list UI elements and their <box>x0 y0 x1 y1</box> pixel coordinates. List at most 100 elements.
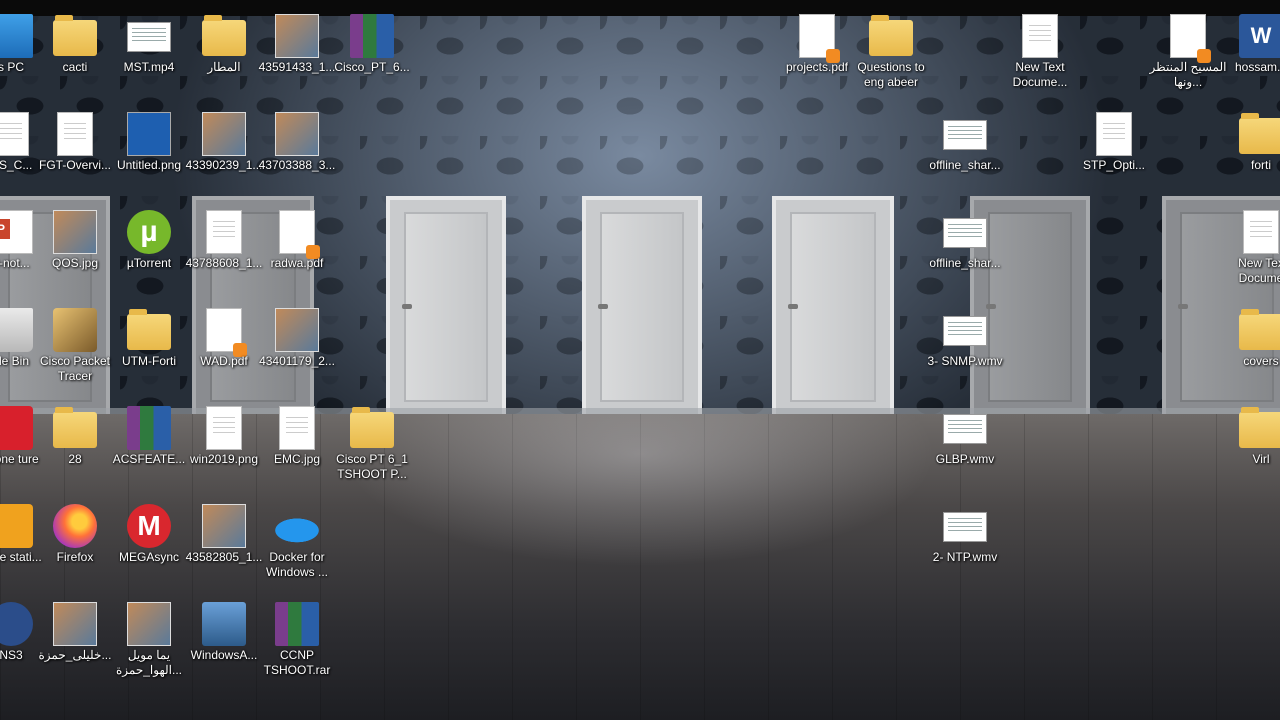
desktop-icon-label: win2019.png <box>189 452 259 466</box>
desktop-icon[interactable]: 43703388_3... <box>258 106 336 198</box>
desktop-icon[interactable]: offline_shar... <box>926 106 1004 198</box>
desktop-icon-label: المطار <box>207 60 241 74</box>
desktop-icon-label: GLBP.wmv <box>935 452 995 466</box>
desktop-icon-label: Untitled.png <box>116 158 182 172</box>
desktop-icon[interactable]: 43591433_1... <box>258 8 336 100</box>
desktop-icon[interactable]: Questions to eng abeer <box>852 8 930 100</box>
desktop-icon-label: 43390239_1... <box>185 158 263 172</box>
desktop-icon-label: offline_shar... <box>929 158 1001 172</box>
desktop-icon[interactable]: FGT-Overvi... <box>36 106 114 198</box>
firefox-icon <box>53 504 97 548</box>
desktop-icon-label: Virl <box>1252 452 1270 466</box>
computer-icon <box>0 14 33 58</box>
desktop-icon[interactable]: Untitled.png <box>110 106 188 198</box>
desktop-icon[interactable]: µ µTorrent <box>110 204 188 296</box>
desktop-icon[interactable]: CCNP TSHOOT.rar <box>258 596 336 688</box>
desktop-icon[interactable]: Virl <box>1222 400 1280 492</box>
video-file-icon <box>127 22 171 52</box>
desktop-icon-label: 43591433_1... <box>258 60 336 74</box>
image-file-icon <box>127 112 171 156</box>
desktop-icon-label: Firefox <box>56 550 94 564</box>
rar-archive-icon <box>350 14 394 58</box>
folder-icon <box>127 309 171 350</box>
desktop-icon[interactable]: خليلى_حمزة... <box>36 596 114 688</box>
folder-icon <box>1239 407 1280 448</box>
desktop-icon-label: المسيح المنتظر ونها... <box>1149 60 1227 89</box>
gns3-icon <box>0 602 33 646</box>
utorrent-icon: µ <box>127 210 171 254</box>
recycle-bin-icon <box>0 308 33 352</box>
video-file-icon <box>943 512 987 542</box>
desktop-icon[interactable]: Cisco_PT_6... <box>333 8 411 100</box>
desktop-icon[interactable]: Cisco Packet Tracer <box>36 302 114 394</box>
desktop-icon[interactable]: المسيح المنتظر ونها... <box>1149 8 1227 100</box>
desktop-icon[interactable]: 28 <box>36 400 114 492</box>
desktop-icon-label: cacti <box>62 60 88 74</box>
desktop-icon[interactable]: offline_shar... <box>926 204 1004 296</box>
desktop-icon[interactable]: 43401179_2... <box>258 302 336 394</box>
desktop-icon-label: خليلى_حمزة... <box>38 648 112 662</box>
folder-icon <box>350 407 394 448</box>
desktop-icon[interactable]: WAD.pdf <box>185 302 263 394</box>
image-file-icon <box>57 112 93 156</box>
desktop-icon[interactable]: UTM-Forti <box>110 302 188 394</box>
desktop-icon[interactable]: 43788608_1... <box>185 204 263 296</box>
desktop-icon[interactable]: Whossam.d <box>1222 8 1280 100</box>
desktop-icon-label: MEGAsync <box>118 550 179 564</box>
desktop-icon[interactable]: 43390239_1... <box>185 106 263 198</box>
desktop-icon[interactable]: STP_Opti... <box>1075 106 1153 198</box>
desktop-icon-label: 2- NTP.wmv <box>932 550 998 564</box>
desktop-icon[interactable]: ACSFEATE... <box>110 400 188 492</box>
desktop-icon[interactable]: New Text Docume... <box>1001 8 1079 100</box>
image-file-icon <box>53 210 97 254</box>
folder-icon <box>869 15 913 56</box>
powerpoint-file-icon <box>0 210 33 254</box>
desktop-icon[interactable]: Docker for Windows ... <box>258 498 336 590</box>
desktop-icon-label: 43788608_1... <box>185 256 263 270</box>
image-file-icon <box>202 504 246 548</box>
desktop-icon[interactable]: MST.mp4 <box>110 8 188 100</box>
desktop-icon[interactable]: forti <box>1222 106 1280 198</box>
text-file-icon <box>1243 210 1279 254</box>
desktop-icon[interactable]: GLBP.wmv <box>926 400 1004 492</box>
desktop-icon[interactable]: يما مويل الهوا_حمزة... <box>110 596 188 688</box>
video-file-icon <box>943 120 987 150</box>
desktop-icon[interactable]: EMC.jpg <box>258 400 336 492</box>
desktop-icon[interactable]: win2019.png <box>185 400 263 492</box>
video-file-icon <box>53 602 97 646</box>
cisco-packet-tracer-icon <box>53 308 97 352</box>
desktop-icon[interactable]: 2- NTP.wmv <box>926 498 1004 590</box>
desktop-icon[interactable]: M MEGAsync <box>110 498 188 590</box>
desktop-icon[interactable]: New Tex Docume <box>1222 204 1280 296</box>
desktop-icon-label: UTM-Forti <box>122 354 176 368</box>
desktop-icon[interactable]: Firefox <box>36 498 114 590</box>
desktop-icon[interactable]: radwa.pdf <box>258 204 336 296</box>
desktop-icon[interactable]: cacti <box>36 8 114 100</box>
rar-archive-icon <box>127 406 171 450</box>
desktop-icon[interactable]: 43582805_1... <box>185 498 263 590</box>
video-file-icon <box>127 602 171 646</box>
desktop-icon-label: hossam.d <box>1234 60 1280 74</box>
image-file-icon <box>275 14 319 58</box>
docker-icon <box>275 504 319 548</box>
desktop-icon-label: MST.mp4 <box>123 60 175 74</box>
desktop-icon[interactable]: Cisco PT 6_1 TSHOOT P... <box>333 400 411 492</box>
desktop-icon[interactable]: covers <box>1222 302 1280 394</box>
text-file-icon <box>1096 112 1132 156</box>
desktop-icon-label: Questions to eng abeer <box>857 60 925 89</box>
door <box>582 196 702 418</box>
image-file-icon <box>275 112 319 156</box>
desktop-icon-label: offline_shar... <box>929 256 1001 270</box>
desktop-icon-label: forti <box>1250 158 1271 172</box>
installer-icon <box>202 602 246 646</box>
desktop-icon-label: Docker for Windows ... <box>265 550 328 579</box>
image-file-icon <box>279 406 315 450</box>
desktop-icon[interactable]: projects.pdf <box>778 8 856 100</box>
pdf-file-icon <box>1170 14 1211 63</box>
desktop-icon-label: 43582805_1... <box>185 550 263 564</box>
desktop-icon[interactable]: 3- SNMP.wmv <box>926 302 1004 394</box>
image-file-icon <box>202 112 246 156</box>
desktop-icon[interactable]: WindowsA... <box>185 596 263 688</box>
desktop-icon[interactable]: QOS.jpg <box>36 204 114 296</box>
desktop-icon[interactable]: المطار <box>185 8 263 100</box>
